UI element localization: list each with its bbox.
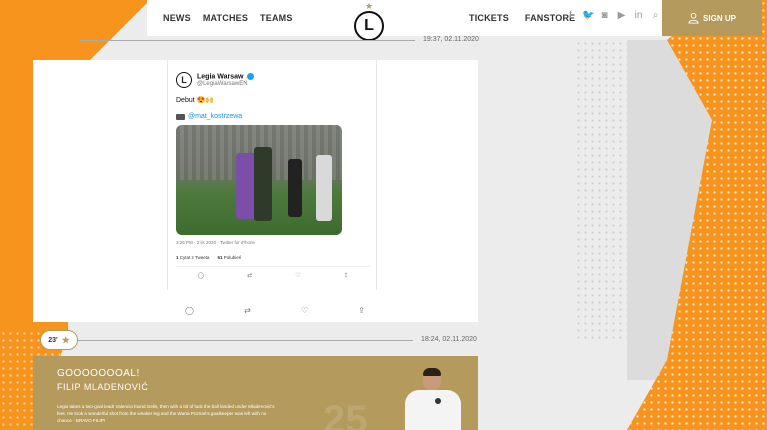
tweet-mention-line: @mat_kostrzewa	[176, 113, 370, 120]
embedded-tweet[interactable]: L Legia Warsaw @LegiaWarsawEN Debut 😍🙌 @…	[167, 60, 377, 290]
minute-badge: 23' ★	[40, 330, 78, 350]
tweet-photo[interactable]	[176, 125, 342, 235]
retweet-icon[interactable]: ⇄	[247, 272, 252, 279]
facebook-icon[interactable]: f	[565, 10, 576, 21]
goal-event-card: GOOOOOOOAL! FILIP MLADENOVIĆ Legia takes…	[33, 356, 478, 430]
tweet-stats: 1 Cytat z Tweeta 51 Polubień	[176, 255, 370, 260]
photo-figure	[254, 147, 272, 221]
player-photo	[405, 368, 461, 430]
tweet-author-name[interactable]: Legia Warsaw	[197, 74, 243, 81]
club-crest-icon	[435, 398, 441, 404]
timeline-divider	[78, 340, 413, 341]
tweet-header: L Legia Warsaw @LegiaWarsawEN	[176, 72, 370, 88]
tweet-meta: 3:26 PM · 2 lis 2020 · Twitter for iPhon…	[176, 240, 255, 245]
quote-count: 1	[176, 255, 179, 260]
tweet-text: Debut 😍🙌	[176, 97, 215, 104]
star-icon: ★	[364, 1, 374, 11]
tweet-post-card: L Legia Warsaw @LegiaWarsawEN Debut 😍🙌 @…	[33, 60, 478, 322]
tweet-handle[interactable]: @LegiaWarsawEN	[197, 81, 254, 87]
photo-figure	[288, 159, 302, 217]
likes-count: 51	[217, 255, 223, 260]
user-icon	[688, 12, 699, 24]
goal-scorer: FILIP MLADENOVIĆ	[57, 382, 149, 392]
nav-left: NEWS MATCHES TEAMS	[163, 13, 293, 23]
avatar[interactable]: L	[176, 72, 192, 88]
nav-matches[interactable]: MATCHES	[203, 13, 248, 23]
player-shirt	[405, 390, 461, 430]
heart-icon[interactable]: ♡	[301, 306, 308, 315]
nav-teams[interactable]: TEAMS	[260, 13, 293, 23]
minute-value: 23'	[48, 336, 58, 344]
repost-icon[interactable]: ⇄	[244, 306, 251, 315]
goal-description: Legia takes a two-goal lead! Valencia fo…	[57, 404, 275, 423]
sign-up-button[interactable]: SIGN UP	[662, 0, 762, 36]
quote-label: Cytat z Tweeta	[179, 255, 210, 260]
tweet-author: Legia Warsaw	[197, 73, 255, 81]
timeline-divider	[80, 40, 415, 41]
player-hair	[423, 368, 441, 376]
logo-letter: L	[354, 11, 384, 41]
quote-stat[interactable]: 1 Cytat z Tweeta	[176, 255, 209, 260]
club-logo[interactable]: ★ L	[353, 2, 385, 42]
photo-figure	[236, 153, 256, 219]
social-links: f 🐦 ◙ ▶ in ⌕	[565, 10, 661, 21]
likes-label: Polubień	[223, 255, 242, 260]
post-actions: ◯ ⇄ ♡ ⇪	[185, 306, 365, 315]
goal-headline: GOOOOOOOAL!	[57, 368, 140, 379]
tweet-mention[interactable]: @mat_kostrzewa	[188, 113, 242, 120]
player-number: 25	[323, 398, 368, 430]
instagram-icon[interactable]: ◙	[599, 10, 610, 21]
youtube-icon[interactable]: ▶	[616, 10, 627, 21]
tweet-actions: ◯ ⇄ ♡ ⇪	[176, 266, 370, 279]
post-timestamp: 18:24, 02.11.2020	[421, 336, 477, 343]
search-icon[interactable]: ⌕	[650, 10, 661, 21]
nav-right: TICKETS FANSTORE	[469, 0, 575, 36]
camera-icon	[176, 113, 185, 120]
post-timestamp: 19:37, 02.11.2020	[423, 36, 479, 43]
share-icon[interactable]: ⇪	[343, 272, 348, 279]
linkedin-icon[interactable]: in	[633, 10, 644, 21]
twitter-icon[interactable]: 🐦	[582, 10, 594, 21]
likes-stat[interactable]: 51 Polubień	[217, 255, 241, 260]
share-icon[interactable]: ⇪	[358, 306, 365, 315]
star-icon: ★	[61, 334, 70, 345]
photo-figure	[316, 155, 332, 221]
site-header: NEWS MATCHES TEAMS ★ L TICKETS FANSTORE …	[147, 0, 762, 41]
comment-icon[interactable]: ◯	[185, 306, 194, 315]
nav-news[interactable]: NEWS	[163, 13, 191, 23]
verified-icon	[247, 73, 255, 81]
reply-icon[interactable]: ◯	[197, 272, 204, 279]
sign-up-label: SIGN UP	[703, 13, 736, 23]
nav-tickets[interactable]: TICKETS	[469, 13, 509, 23]
like-icon[interactable]: ♡	[295, 272, 300, 279]
